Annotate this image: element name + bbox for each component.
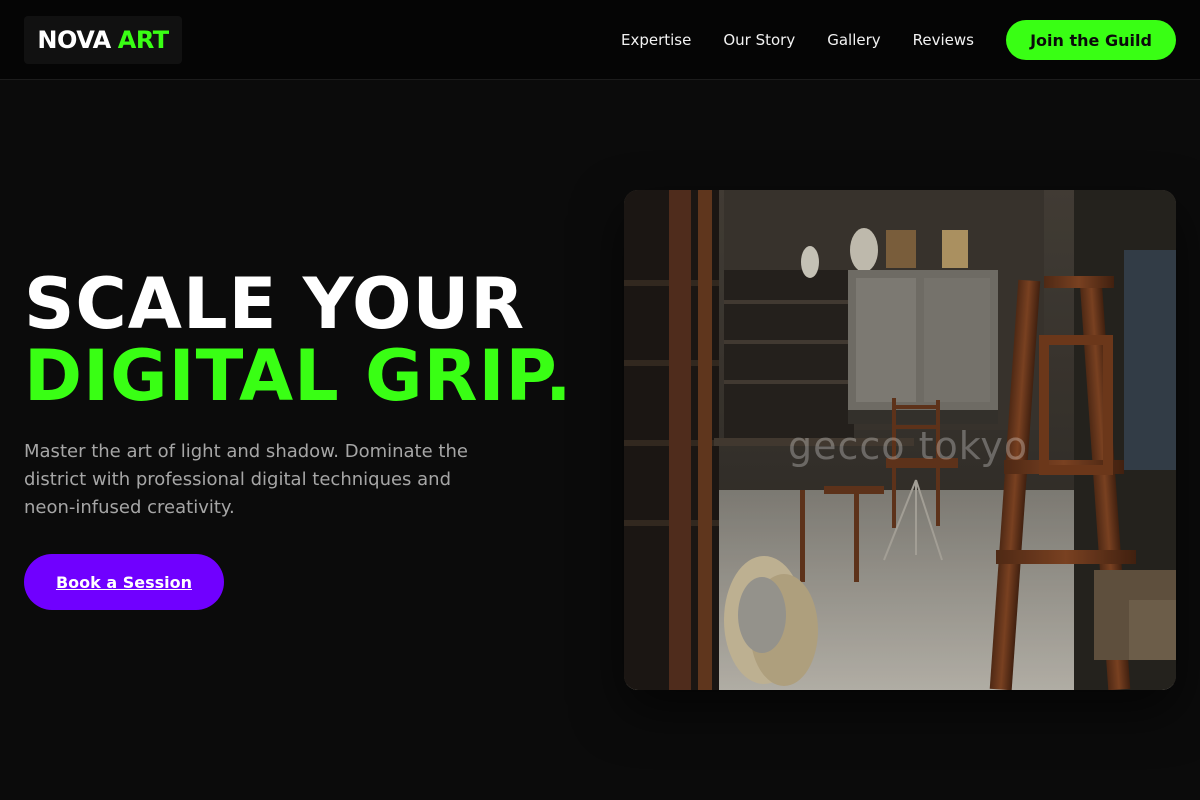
hero-headline-line1: SCALE YOUR: [24, 263, 526, 345]
nav-item-expertise[interactable]: Expertise: [621, 31, 691, 49]
nav-item-gallery[interactable]: Gallery: [827, 31, 880, 49]
brand-logo[interactable]: NOVA ART: [24, 16, 182, 64]
join-guild-button[interactable]: Join the Guild: [1006, 20, 1176, 60]
nav-item-our-story[interactable]: Our Story: [723, 31, 795, 49]
hero-image-studio: gecco tokyo: [624, 190, 1176, 690]
nav-item-reviews[interactable]: Reviews: [913, 31, 974, 49]
main-nav: Expertise Our Story Gallery Reviews: [621, 0, 974, 80]
brand-name-accent: ART: [117, 26, 169, 54]
book-session-button[interactable]: Book a Session: [24, 554, 224, 610]
site-header: NOVA ART Expertise Our Story Gallery Rev…: [0, 0, 1200, 80]
hero-headline-line2: DIGITAL GRIP.: [24, 335, 573, 417]
brand-name-primary: NOVA: [37, 26, 111, 54]
hero-headline: SCALE YOUR DIGITAL GRIP.: [24, 268, 573, 412]
hero-subtext: Master the art of light and shadow. Domi…: [24, 441, 468, 518]
image-watermark: gecco tokyo: [788, 424, 1029, 468]
